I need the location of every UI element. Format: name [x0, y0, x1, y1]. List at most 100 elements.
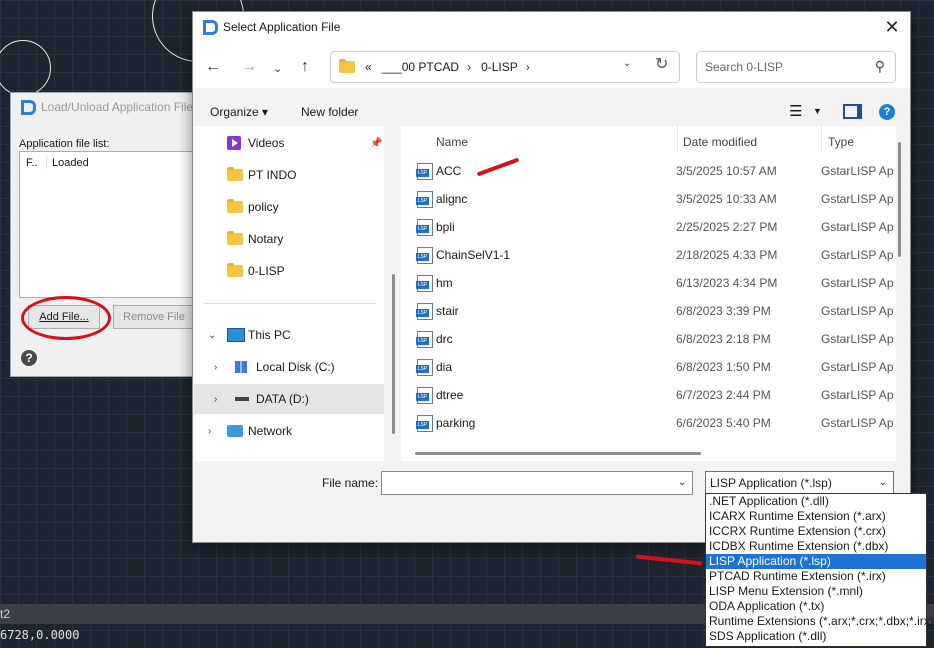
file-date: 6/7/2023 2:44 PM	[676, 388, 771, 402]
nav-item-this-pc[interactable]: ⌄ This PC	[194, 320, 384, 350]
file-name-dropdown-icon[interactable]: ⌄	[678, 477, 686, 488]
videos-icon	[227, 136, 241, 150]
recent-chevron-icon[interactable]: ⌄	[273, 62, 282, 75]
search-placeholder: Search 0-LISP	[705, 60, 784, 74]
nav-item-policy[interactable]: policy	[194, 192, 384, 222]
vertical-scrollbar[interactable]	[898, 142, 901, 257]
up-arrow-icon[interactable]: ↑	[301, 58, 309, 76]
chevron-right-icon[interactable]: ›	[208, 426, 211, 437]
lisp-file-icon: LSP	[416, 303, 433, 320]
file-row[interactable]: LSP parking 6/6/2023 5:40 PM GstarLISP A…	[401, 409, 896, 437]
name-column-header[interactable]: Name	[436, 135, 468, 149]
chevron-down-icon[interactable]: ⌄	[879, 477, 887, 488]
nav-scrollbar[interactable]	[392, 274, 395, 434]
lisp-file-icon: LSP	[416, 247, 433, 264]
nav-item-notary[interactable]: Notary	[194, 224, 384, 254]
date-column-header[interactable]: Date modified	[683, 135, 757, 149]
breadcrumb-overflow[interactable]: «	[365, 60, 372, 74]
refresh-icon[interactable]: ↻	[655, 54, 668, 74]
nav-item-data-drive[interactable]: › DATA (D:)	[194, 384, 384, 414]
navigation-bar: ← → ⌄ ↑ « ___00 PTCAD › 0-LISP › ⌄ ↻ Sea…	[193, 42, 910, 88]
search-box[interactable]: Search 0-LISP ⚲	[696, 51, 896, 83]
nav-item-videos[interactable]: Videos 📌	[194, 128, 384, 158]
preview-pane-icon[interactable]	[843, 104, 862, 119]
load-dialog-title: Load/Unload Application File	[19, 99, 193, 115]
chevron-right-icon[interactable]: ›	[214, 362, 217, 373]
breadcrumb-separator-icon[interactable]: ›	[526, 60, 530, 74]
file-type: GstarLISP Ap	[821, 248, 894, 262]
network-icon	[227, 425, 243, 437]
search-icon[interactable]: ⚲	[875, 58, 885, 75]
application-file-list[interactable]: F.. Loaded	[19, 151, 211, 298]
nav-item-network[interactable]: › Network	[194, 416, 384, 446]
lisp-file-icon: LSP	[416, 191, 433, 208]
column-divider[interactable]	[821, 126, 822, 152]
file-row[interactable]: LSP bpli 2/25/2025 2:27 PM GstarLISP Ap	[401, 213, 896, 241]
file-row[interactable]: LSP dia 6/8/2023 1:50 PM GstarLISP Ap	[401, 353, 896, 381]
chevron-down-icon[interactable]: ⌄	[208, 330, 216, 341]
file-row[interactable]: LSP hm 6/13/2023 4:34 PM GstarLISP Ap	[401, 269, 896, 297]
lisp-file-icon: LSP	[416, 163, 433, 180]
file-row[interactable]: LSP ChainSelV1-1 2/18/2025 4:33 PM Gstar…	[401, 241, 896, 269]
forward-arrow-icon[interactable]: →	[241, 58, 257, 76]
file-row[interactable]: LSP ACC 3/5/2025 10:57 AM GstarLISP Ap	[401, 157, 896, 185]
load-dialog-title-text: Load/Unload Application File	[41, 100, 194, 114]
file-date: 3/5/2025 10:33 AM	[676, 192, 777, 206]
help-icon[interactable]: ?	[879, 104, 895, 120]
organize-button[interactable]: Organize ▾	[210, 105, 268, 119]
file-row[interactable]: LSP stair 6/8/2023 3:39 PM GstarLISP Ap	[401, 297, 896, 325]
file-row[interactable]: LSP drc 6/8/2023 2:18 PM GstarLISP Ap	[401, 325, 896, 353]
nav-item-0-lisp[interactable]: 0-LISP	[194, 256, 384, 286]
nav-item-local-disk[interactable]: › Local Disk (C:)	[194, 352, 384, 382]
file-type-option[interactable]: .NET Application (*.dll)	[706, 494, 926, 509]
horizontal-scrollbar[interactable]	[415, 452, 701, 455]
file-name: ACC	[436, 164, 462, 178]
breadcrumb-separator-icon[interactable]: ›	[467, 60, 471, 74]
nav-item-label: This PC	[248, 328, 291, 342]
file-type-option[interactable]: ODA Application (*.tx)	[706, 599, 926, 614]
file-type-option[interactable]: ICDBX Runtime Extension (*.dbx)	[706, 539, 926, 554]
file-row[interactable]: LSP dtree 6/7/2023 2:44 PM GstarLISP Ap	[401, 381, 896, 409]
file-row[interactable]: LSP alignc 3/5/2025 10:33 AM GstarLISP A…	[401, 185, 896, 213]
command-line-label: t2	[0, 607, 11, 621]
file-column-header[interactable]: F..	[26, 157, 47, 169]
chevron-right-icon[interactable]: ›	[214, 394, 217, 405]
breadcrumb-item[interactable]: ___00 PTCAD	[382, 60, 459, 74]
remove-file-button[interactable]: Remove File	[113, 305, 195, 329]
view-dropdown-icon[interactable]: ▼	[813, 106, 822, 116]
pin-icon[interactable]: 📌	[370, 138, 382, 149]
file-date: 6/8/2023 3:39 PM	[676, 304, 771, 318]
back-arrow-icon[interactable]: ←	[205, 58, 221, 76]
file-type-option-selected[interactable]: LISP Application (*.lsp)	[706, 554, 926, 569]
file-type-option[interactable]: ICARX Runtime Extension (*.arx)	[706, 509, 926, 524]
file-type-option[interactable]: LISP Menu Extension (*.mnl)	[706, 584, 926, 599]
nav-item-label: Notary	[248, 232, 284, 246]
nav-item-label: Network	[248, 424, 293, 438]
file-name-input[interactable]	[381, 471, 693, 495]
address-dropdown-icon[interactable]: ⌄	[623, 58, 631, 69]
file-type: GstarLISP Ap	[821, 164, 894, 178]
nav-item-pt-indo[interactable]: PT INDO	[194, 160, 384, 190]
file-type: GstarLISP Ap	[821, 220, 894, 234]
column-divider[interactable]	[677, 126, 678, 152]
loaded-column-header[interactable]: Loaded	[47, 157, 89, 169]
help-icon[interactable]: ?	[21, 350, 37, 366]
folder-icon	[339, 59, 355, 73]
file-name: dtree	[436, 388, 464, 402]
nav-item-label: policy	[248, 200, 279, 214]
file-name: stair	[436, 304, 459, 318]
file-type-option[interactable]: Runtime Extensions (*.arx;*.crx;*.dbx;*.…	[706, 614, 934, 629]
file-type-option[interactable]: PTCAD Runtime Extension (*.irx)	[706, 569, 926, 584]
dialog-titlebar: Select Application File ✕	[193, 12, 910, 42]
new-folder-button[interactable]: New folder	[301, 105, 358, 119]
folder-icon	[227, 199, 243, 213]
file-type-option[interactable]: SDS Application (*.dll)	[706, 629, 926, 644]
breadcrumb-item[interactable]: 0-LISP	[481, 60, 518, 74]
file-type-option[interactable]: ICCRX Runtime Extension (*.crx)	[706, 524, 926, 539]
file-type-select[interactable]: LISP Application (*.lsp) ⌄	[705, 471, 894, 495]
type-column-header[interactable]: Type	[828, 135, 854, 149]
nav-item-label: Local Disk (C:)	[256, 360, 335, 374]
view-options-icon[interactable]: ☰	[789, 102, 802, 120]
close-icon[interactable]: ✕	[882, 17, 902, 37]
lisp-file-icon: LSP	[416, 219, 433, 236]
